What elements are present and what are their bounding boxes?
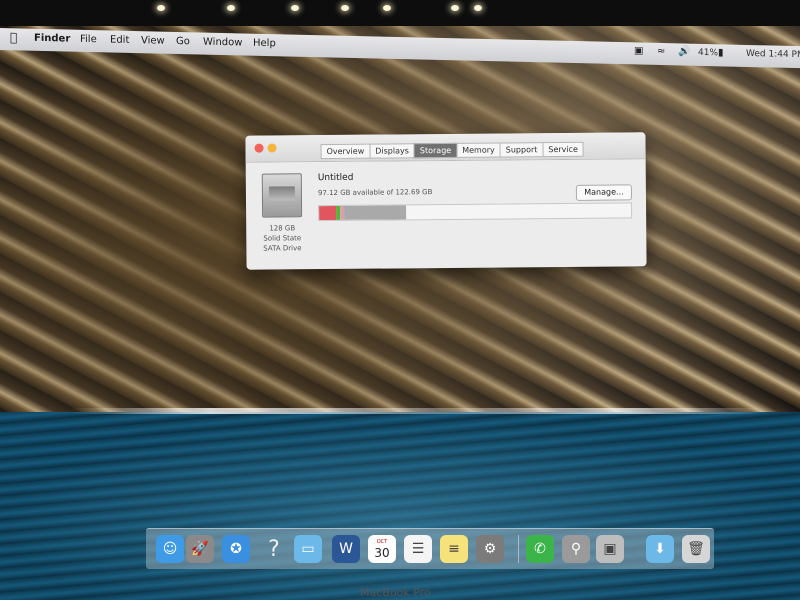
safari-icon[interactable]: ✪ [222, 535, 250, 563]
tab-overview[interactable]: Overview [320, 143, 371, 160]
finder-icon[interactable]: ☺ [156, 535, 184, 563]
menu-go[interactable]: Go [176, 36, 190, 47]
word-icon[interactable]: W [332, 535, 360, 563]
hard-drive-icon [261, 173, 303, 218]
battery-icon[interactable]: ▮ [718, 47, 724, 58]
trash-icon[interactable]: 🗑 [682, 535, 710, 563]
menu-file[interactable]: File [80, 34, 97, 45]
calendar-day: 30 [374, 545, 390, 560]
ceiling-light [383, 5, 391, 11]
drive-info: 128 GB Solid State SATA Drive [252, 223, 312, 254]
apple-menu-icon[interactable]:  [10, 30, 17, 44]
volume-name: Untitled [317, 172, 354, 184]
system-preferences-icon[interactable]: ⚙ [476, 535, 504, 563]
storage-usage-bar [318, 202, 633, 222]
ceiling-light [227, 5, 235, 11]
facetime-icon[interactable]: ✆ [526, 535, 554, 563]
ceiling-light [291, 5, 299, 11]
tab-support[interactable]: Support [499, 142, 544, 158]
available-space: 97.12 GB available of 122.69 GB [317, 188, 433, 198]
tab-service[interactable]: Service [542, 141, 585, 158]
menu-help[interactable]: Help [253, 38, 276, 50]
usage-segment-red [319, 205, 337, 221]
drive-capacity: 128 GB [269, 224, 296, 233]
wallpaper-sea [0, 412, 800, 600]
calendar-month: OCT [376, 538, 388, 545]
bezel-label: MacBook Pro [360, 586, 431, 599]
tab-memory[interactable]: Memory [456, 142, 501, 158]
usage-segment-other-grey [343, 205, 407, 220]
reminders-icon[interactable]: ☰ [404, 535, 432, 563]
calendar-icon[interactable]: OCT 30 [368, 535, 396, 563]
tab-storage[interactable]: Storage [413, 142, 458, 159]
wallpaper-surf [70, 408, 770, 414]
menu-window[interactable]: Window [203, 37, 242, 49]
tab-bar: Overview Displays Storage Memory Support… [320, 141, 585, 160]
ceiling-light [451, 5, 459, 11]
dock-separator [518, 535, 519, 563]
battery-percent[interactable]: 41% [698, 48, 718, 58]
downloads-folder-icon[interactable]: ⬇ [646, 535, 674, 563]
migration-assistant-icon[interactable]: ⚲ [562, 535, 590, 563]
wifi-icon[interactable]: ≈ [657, 46, 665, 57]
menu-finder[interactable]: Finder [34, 33, 70, 45]
about-this-mac-window: Overview Displays Storage Memory Support… [245, 132, 647, 270]
ceiling-light [341, 5, 349, 11]
window-titlebar[interactable]: Overview Displays Storage Memory Support… [245, 132, 646, 163]
close-button[interactable] [254, 143, 264, 153]
minimize-button[interactable] [267, 143, 277, 153]
volume-icon[interactable]: 🔊 [678, 46, 690, 57]
launchpad-icon[interactable]: 🚀 [186, 535, 214, 563]
drive-bus: SATA Drive [263, 244, 302, 253]
tab-displays[interactable]: Displays [369, 143, 415, 159]
notes-icon[interactable]: ≡ [440, 535, 468, 563]
preview-icon[interactable]: ▣ [596, 535, 624, 563]
menu-edit[interactable]: Edit [110, 34, 129, 45]
help-icon[interactable]: ? [260, 535, 288, 563]
camera-bezel [0, 0, 800, 26]
dock: ☺ 🚀 ✪? ▭ W OCT 30 ☰ ≡ ⚙ ✆ ⚲ ▣ ⬇ 🗑 [146, 528, 714, 569]
ceiling-light [474, 5, 482, 11]
drive-type: Solid State [263, 234, 302, 243]
clock[interactable]: Wed 1:44 PM [746, 49, 800, 60]
ceiling-light [157, 5, 165, 11]
folder-icon[interactable]: ▭ [294, 535, 322, 563]
manage-button[interactable]: Manage... [575, 184, 633, 201]
input-source-icon[interactable]: ▣ [634, 45, 643, 56]
menu-view[interactable]: View [141, 35, 165, 47]
